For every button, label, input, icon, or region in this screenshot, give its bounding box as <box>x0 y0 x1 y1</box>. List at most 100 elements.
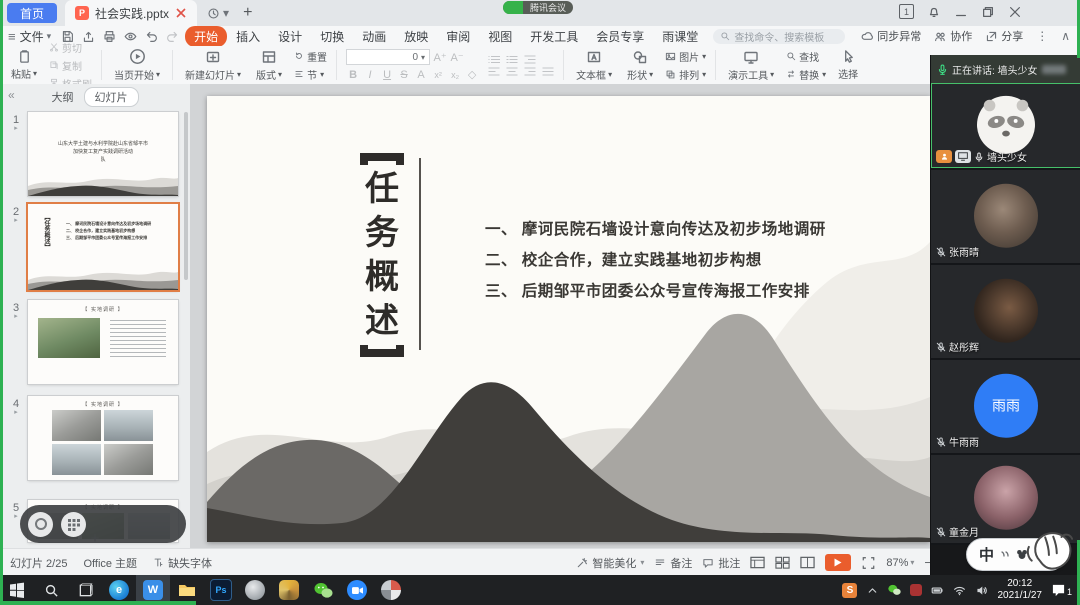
close-window-icon[interactable] <box>1008 5 1022 19</box>
ribbon-tab-animation[interactable]: 动画 <box>353 26 395 47</box>
outline-tab[interactable]: 大纲 <box>52 89 74 105</box>
paste-button[interactable]: 粘贴▾ <box>8 49 40 81</box>
textbox-button[interactable]: 文本框▾ <box>573 49 615 82</box>
tray-expand-icon[interactable] <box>866 584 879 597</box>
font-color-button[interactable]: A <box>414 69 428 81</box>
smart-beautify-button[interactable]: 智能美化 ▾ <box>576 555 644 571</box>
collapse-panel-icon[interactable]: « <box>8 88 15 102</box>
tab-history-button[interactable]: ▾ <box>203 7 233 20</box>
ime-punctuation-icon[interactable] <box>1001 550 1009 560</box>
ribbon-tab-yuketang[interactable]: 雨课堂 <box>653 26 707 47</box>
battery-icon[interactable] <box>931 584 944 597</box>
align-right-icon[interactable] <box>524 67 536 76</box>
justify-icon[interactable] <box>542 67 554 76</box>
undo-icon[interactable] <box>145 30 158 43</box>
taskbar-wechat[interactable] <box>306 575 340 605</box>
slideshow-play-button[interactable] <box>825 554 851 571</box>
restore-icon[interactable] <box>981 5 995 19</box>
command-search-input[interactable]: 查找命令、搜索模板 <box>713 29 845 44</box>
align-center-icon[interactable] <box>506 67 518 76</box>
comments-button[interactable]: 批注 <box>702 555 740 571</box>
find-button[interactable]: 查找 <box>786 49 826 64</box>
ribbon-tab-slideshow[interactable]: 放映 <box>395 26 437 47</box>
underline-button[interactable]: U <box>380 69 394 81</box>
zoom-control[interactable]: 87% ▾ <box>886 557 914 569</box>
sync-status-button[interactable]: 同步异常 <box>861 28 921 44</box>
increase-font-icon[interactable]: A⁺ <box>433 51 447 64</box>
action-center-button[interactable]: 1 <box>1051 583 1072 597</box>
align-left-icon[interactable] <box>488 67 500 76</box>
ribbon-tab-member[interactable]: 会员专享 <box>587 26 653 47</box>
ribbon-tab-insert[interactable]: 插入 <box>227 26 269 47</box>
wifi-icon[interactable] <box>953 584 966 597</box>
red-tray-icon[interactable] <box>910 584 922 596</box>
picture-button[interactable]: 图片▾ <box>665 49 706 64</box>
new-slide-button[interactable]: 新建幻灯片▾ <box>182 49 244 82</box>
fit-screen-icon[interactable] <box>861 556 876 570</box>
slide-thumbnail-4[interactable]: 【 实地调研 】 <box>28 396 178 480</box>
participant-tile-1[interactable]: 墙头少女 <box>931 83 1080 170</box>
reset-button[interactable]: 重置 <box>294 49 327 64</box>
strikethrough-button[interactable]: S <box>397 69 411 81</box>
slide-thumbnail-3[interactable]: 【 实地调研 】 <box>28 300 178 384</box>
shapes-button[interactable]: 形状▾ <box>624 49 656 82</box>
font-size-input[interactable]: 0 ▾ <box>346 49 430 65</box>
subscript-button[interactable]: x₂ <box>448 70 462 80</box>
notification-bell-icon[interactable] <box>927 5 941 19</box>
ribbon-tab-home[interactable]: 开始 <box>185 26 227 47</box>
preview-icon[interactable] <box>124 30 137 43</box>
current-slide[interactable]: 任 务 概 述 一、 摩诃民院石墙设计意向传达及初步场地调研 二、 校企合作，建… <box>207 96 930 542</box>
meeting-floating-badge[interactable]: 腾讯会议 <box>503 1 573 14</box>
slide-sorter-icon[interactable] <box>775 556 790 569</box>
notes-button[interactable]: 备注 <box>654 555 692 571</box>
ime-mode-chinese[interactable]: 中 <box>979 544 994 565</box>
panel-scrollbar[interactable] <box>184 112 188 280</box>
indent-icon[interactable] <box>524 55 536 64</box>
decrease-font-icon[interactable]: A⁻ <box>450 51 464 64</box>
theme-name[interactable]: Office 主题 <box>83 555 137 571</box>
widget-ring-icon[interactable] <box>28 512 53 537</box>
collapse-ribbon-icon[interactable]: ∧ <box>1061 30 1070 42</box>
cut-button[interactable]: 剪切 <box>49 40 92 55</box>
taskbar-app-gray[interactable] <box>238 575 272 605</box>
taskbar-tencent-meeting[interactable] <box>340 575 374 605</box>
superscript-button[interactable]: x² <box>431 70 445 80</box>
layout-button[interactable]: 版式▾ <box>253 49 285 82</box>
redo-icon[interactable] <box>166 30 179 43</box>
number-list-icon[interactable] <box>506 55 518 64</box>
window-pages-icon[interactable]: 1 <box>899 4 914 19</box>
italic-button[interactable]: I <box>363 69 377 81</box>
speaker-icon[interactable] <box>975 584 988 597</box>
highlight-button[interactable]: ◇ <box>465 68 479 81</box>
ribbon-tab-design[interactable]: 设计 <box>269 26 311 47</box>
participant-tile-3[interactable]: 赵彤辉 <box>931 265 1080 360</box>
reading-view-icon[interactable] <box>800 556 815 569</box>
select-button[interactable]: 选择 <box>835 49 861 81</box>
section-button[interactable]: 节▾ <box>294 67 327 82</box>
hamburger-icon[interactable]: ≡ <box>8 30 16 43</box>
collaborate-button[interactable]: 协作 <box>934 28 972 44</box>
wechat-tray-icon[interactable] <box>888 584 901 596</box>
ribbon-tab-view[interactable]: 视图 <box>479 26 521 47</box>
taskbar-photoshop[interactable]: Ps <box>204 575 238 605</box>
participant-tile-4[interactable]: 雨雨 牛雨雨 <box>931 360 1080 455</box>
arrange-button[interactable]: 排列▾ <box>665 67 706 82</box>
home-tab[interactable]: 首页 <box>7 3 57 23</box>
slides-tab[interactable]: 幻灯片 <box>84 87 139 107</box>
print-icon[interactable] <box>103 30 116 43</box>
bullet-list-icon[interactable] <box>488 55 500 64</box>
replace-button[interactable]: 替换▾ <box>786 67 826 82</box>
normal-view-icon[interactable] <box>750 556 765 569</box>
new-tab-button[interactable]: + <box>243 5 252 21</box>
presentation-tools-button[interactable]: 演示工具▾ <box>725 49 777 82</box>
bold-button[interactable]: B <box>346 69 360 81</box>
taskbar-app-colorful[interactable] <box>272 575 306 605</box>
document-tab[interactable]: P 社会实践.pptx <box>65 0 197 26</box>
close-tab-icon[interactable] <box>175 7 187 19</box>
participant-tile-2[interactable]: 张雨晴 <box>931 170 1080 265</box>
taskbar-pinwheel-app[interactable] <box>374 575 408 605</box>
taskbar-clock[interactable]: 20:12 2021/1/27 <box>997 578 1042 602</box>
widget-grid-icon[interactable] <box>61 512 86 537</box>
ribbon-tab-transition[interactable]: 切换 <box>311 26 353 47</box>
play-from-current-button[interactable]: 当页开始▾ <box>111 48 163 82</box>
